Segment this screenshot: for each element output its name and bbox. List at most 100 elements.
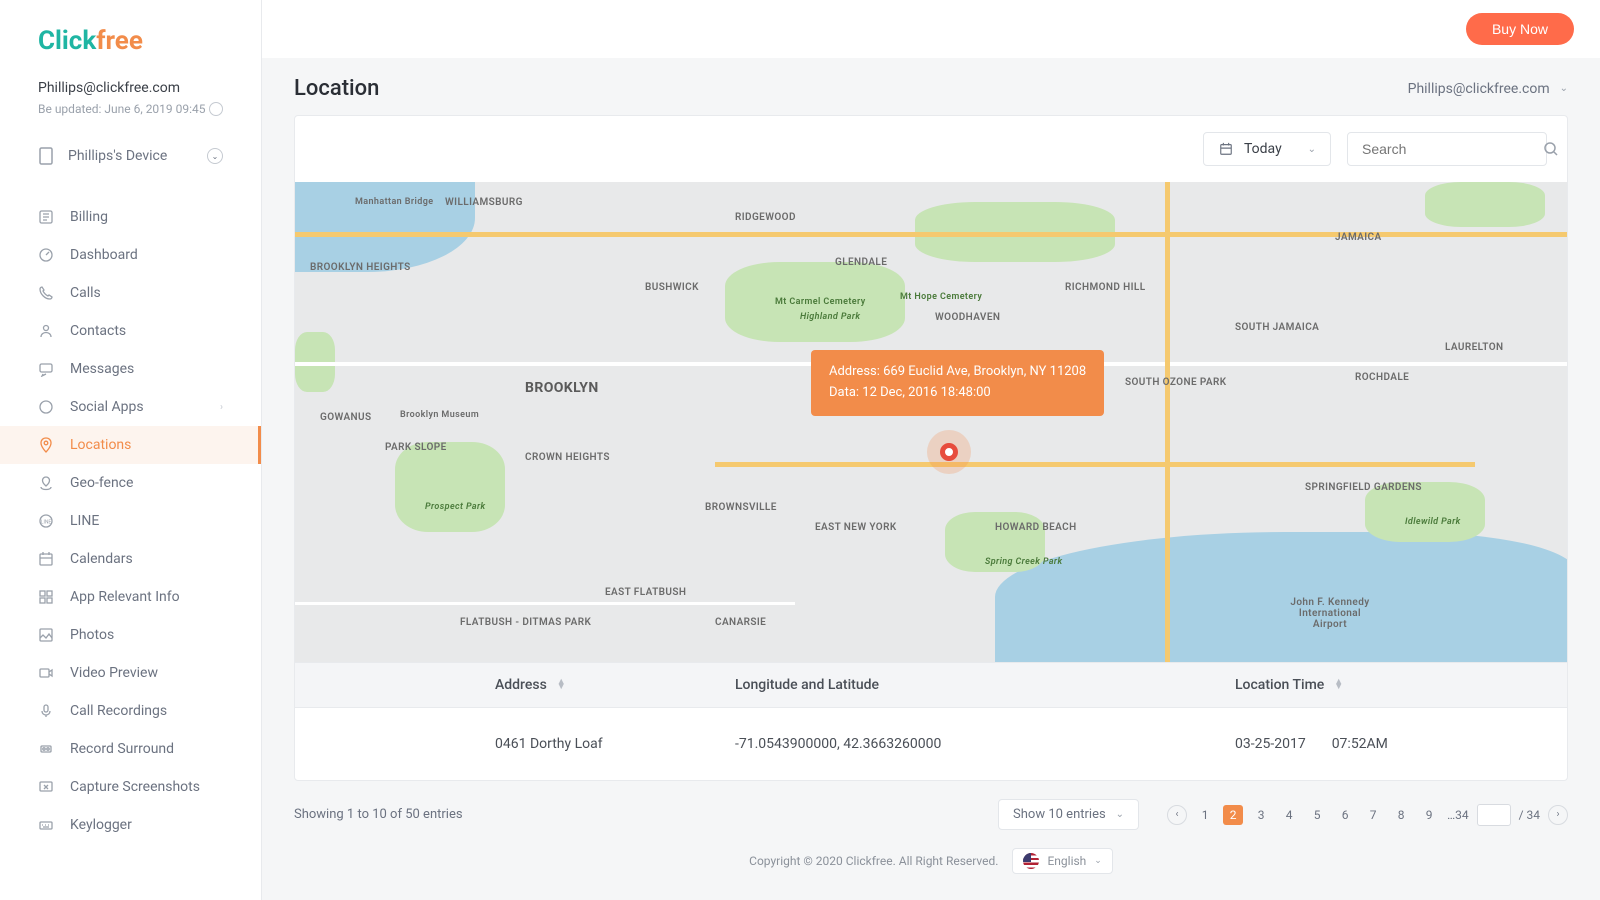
nav-label: App Relevant Info — [70, 589, 180, 605]
table-header: Address ▲▼ Longitude and Latitude Locatio… — [295, 662, 1567, 708]
video-icon — [38, 665, 54, 681]
nav-locations[interactable]: Locations — [0, 426, 261, 464]
header-user-email: Phillips@clickfree.com — [1408, 81, 1550, 97]
nav-contacts[interactable]: Contacts — [0, 312, 261, 350]
filter-bar: Today ⌄ — [295, 116, 1567, 182]
page-header: Location Phillips@clickfree.com ⌄ — [262, 58, 1600, 115]
device-label: Phillips's Device — [68, 148, 167, 164]
lang-label: English — [1047, 854, 1086, 868]
nav-billing[interactable]: Billing — [0, 198, 261, 236]
search-input[interactable] — [1362, 133, 1543, 165]
page-2[interactable]: 2 — [1223, 805, 1243, 825]
th-label: Address — [495, 677, 547, 693]
search-icon[interactable] — [1543, 141, 1559, 157]
svg-text:LINE: LINE — [41, 520, 52, 526]
nav-label: Dashboard — [70, 247, 138, 263]
page-next[interactable]: › — [1548, 805, 1568, 825]
sidebar-updated: Be updated: June 6, 2019 09:45 — [38, 102, 223, 116]
messages-icon — [38, 361, 54, 377]
nav-line[interactable]: LINELINE — [0, 502, 261, 540]
th-address[interactable]: Address ▲▼ — [295, 663, 715, 707]
map-label: Spring Creek Park — [985, 557, 1062, 567]
table-footer: Showing 1 to 10 of 50 entries Show 10 en… — [262, 781, 1600, 838]
photos-icon — [38, 627, 54, 643]
page-1[interactable]: 1 — [1195, 805, 1215, 825]
page-6[interactable]: 6 — [1335, 805, 1355, 825]
logo: Clickfree — [0, 26, 261, 80]
page-4[interactable]: 4 — [1279, 805, 1299, 825]
sidebar-user-email: Phillips@clickfree.com — [38, 80, 223, 96]
logo-part2: free — [96, 26, 143, 56]
nav-record-surround[interactable]: Record Surround — [0, 730, 261, 768]
map-label: RIDGEWOOD — [735, 212, 796, 223]
page-3[interactable]: 3 — [1251, 805, 1271, 825]
map-tooltip: Address: 669 Euclid Ave, Brooklyn, NY 11… — [811, 350, 1104, 416]
nav-social-apps[interactable]: Social Apps› — [0, 388, 261, 426]
buy-now-button[interactable]: Buy Now — [1466, 13, 1574, 45]
nav-dashboard[interactable]: Dashboard — [0, 236, 261, 274]
tooltip-address: Address: 669 Euclid Ave, Brooklyn, NY 11… — [829, 362, 1086, 383]
nav-screenshots[interactable]: Capture Screenshots — [0, 768, 261, 806]
map-label: PARK SLOPE — [385, 442, 447, 453]
map-label: SOUTH OZONE PARK — [1125, 377, 1226, 388]
geofence-icon — [38, 475, 54, 491]
map-label: GLENDALE — [835, 257, 887, 268]
map-background: Manhattan Bridge WILLIAMSBURG RIDGEWOOD … — [295, 182, 1567, 662]
page-prev[interactable]: ‹ — [1167, 805, 1187, 825]
page-input[interactable] — [1477, 804, 1511, 826]
map-label: GOWANUS — [320, 412, 372, 423]
date-filter[interactable]: Today ⌄ — [1203, 132, 1331, 166]
header-user-menu[interactable]: Phillips@clickfree.com ⌄ — [1408, 81, 1568, 97]
nav-calls[interactable]: Calls — [0, 274, 261, 312]
table-row[interactable]: 0461 Dorthy Loaf -71.0543900000, 42.3663… — [295, 708, 1567, 780]
page-7[interactable]: 7 — [1363, 805, 1383, 825]
th-coord[interactable]: Longitude and Latitude — [715, 663, 1135, 707]
refresh-icon[interactable] — [209, 102, 223, 116]
sort-icon: ▲▼ — [557, 680, 566, 691]
th-time[interactable]: Location Time▲▼ — [1135, 663, 1567, 707]
language-select[interactable]: English ⌄ — [1012, 848, 1112, 874]
updated-text: Be updated: June 6, 2019 09:45 — [38, 102, 206, 116]
nav-photos[interactable]: Photos — [0, 616, 261, 654]
cell-time: 03-25-2017 07:52AM — [1135, 708, 1567, 780]
map[interactable]: Manhattan Bridge WILLIAMSBURG RIDGEWOOD … — [295, 182, 1567, 662]
th-label: Longitude and Latitude — [735, 677, 879, 693]
tooltip-datetime: Data: 12 Dec, 2016 18:48:00 — [829, 383, 1086, 404]
page-5[interactable]: 5 — [1307, 805, 1327, 825]
nav-video[interactable]: Video Preview — [0, 654, 261, 692]
map-marker[interactable] — [927, 430, 971, 474]
nav-label: Geo-fence — [70, 475, 133, 491]
map-label: BROOKLYN HEIGHTS — [310, 262, 411, 273]
content-card: Today ⌄ — [294, 115, 1568, 781]
map-label: SOUTH JAMAICA — [1235, 322, 1319, 333]
copyright-text: Copyright © 2020 Clickfree. All Right Re… — [749, 854, 998, 868]
nav-call-recordings[interactable]: Call Recordings — [0, 692, 261, 730]
surround-icon — [38, 741, 54, 757]
nav-calendars[interactable]: Calendars — [0, 540, 261, 578]
chevron-down-icon: ⌄ — [207, 148, 223, 164]
billing-icon — [38, 209, 54, 225]
nav-keylogger[interactable]: Keylogger — [0, 806, 261, 844]
entries-select[interactable]: Show 10 entries ⌄ — [998, 799, 1139, 830]
search-box[interactable] — [1347, 132, 1547, 166]
device-selector[interactable]: Phillips's Device ⌄ — [0, 132, 261, 180]
nav-geofence[interactable]: Geo-fence — [0, 464, 261, 502]
chevron-right-icon: › — [220, 402, 223, 413]
nav-messages[interactable]: Messages — [0, 350, 261, 388]
sidebar: Clickfree Phillips@clickfree.com Be upda… — [0, 0, 262, 900]
map-label: ROCHDALE — [1355, 372, 1409, 383]
nav: Billing Dashboard Calls Contacts Message… — [0, 198, 261, 844]
map-label: Mt Hope Cemetery — [900, 292, 982, 302]
cell-address: 0461 Dorthy Loaf — [295, 708, 715, 780]
map-label: FLATBUSH - DITMAS PARK — [460, 617, 591, 628]
nav-app-info[interactable]: App Relevant Info — [0, 578, 261, 616]
page-9[interactable]: 9 — [1419, 805, 1439, 825]
map-label: JAMAICA — [1335, 232, 1382, 243]
nav-label: Photos — [70, 627, 114, 643]
cell-date: 03-25-2017 — [1235, 736, 1306, 752]
page-8[interactable]: 8 — [1391, 805, 1411, 825]
nav-label: Call Recordings — [70, 703, 167, 719]
logo-part1: Click — [38, 26, 96, 56]
showing-text: Showing 1 to 10 of 50 entries — [294, 807, 463, 822]
map-label: Manhattan Bridge — [355, 197, 433, 207]
